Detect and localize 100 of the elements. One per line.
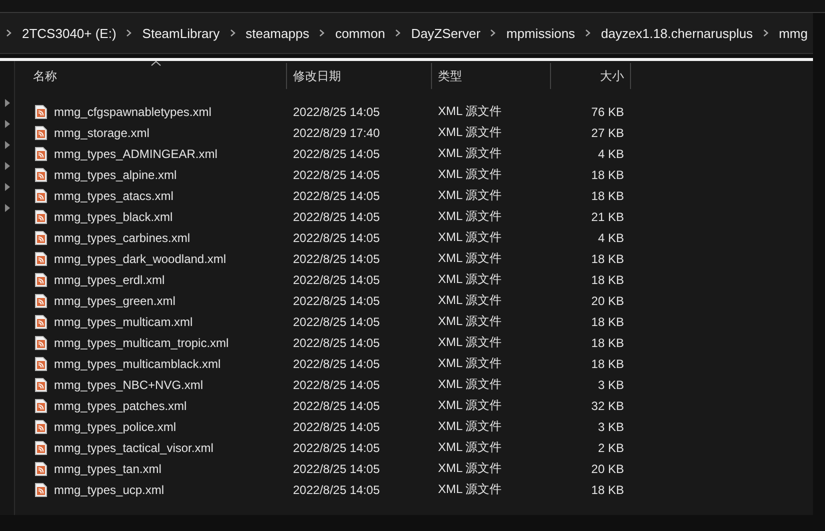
xml-file-icon — [35, 314, 47, 328]
xml-file-icon — [35, 230, 47, 244]
address-bar[interactable]: 2TCS3040+ (E:) SteamLibrary steamapps common DayZServer mpmissions dayzex1.18.chernarusplus mmg — [0, 13, 813, 54]
file-type: XML 源文件 — [438, 418, 502, 435]
chevron-icon — [762, 29, 769, 37]
file-name[interactable]: mmg_types_alpine.xml — [54, 168, 177, 182]
file-name[interactable]: mmg_types_black.xml — [54, 210, 173, 224]
chevron-icon — [395, 29, 402, 37]
file-size: 3 KB — [598, 378, 624, 392]
breadcrumb-item[interactable]: DayZServer — [411, 26, 480, 40]
xml-file-icon — [35, 462, 47, 476]
chevron-icon — [319, 29, 326, 37]
file-name[interactable]: mmg_types_erdl.xml — [54, 272, 165, 286]
column-header[interactable]: 修改日期 — [287, 63, 432, 89]
column-header[interactable]: 名称 — [15, 63, 287, 89]
file-size: 3 KB — [598, 420, 624, 434]
modified-date: 2022/8/25 14:05 — [293, 398, 380, 412]
modified-date: 2022/8/25 14:05 — [293, 462, 380, 476]
expand-arrow-icon[interactable] — [4, 183, 10, 191]
modified-date: 2022/8/25 14:05 — [293, 440, 380, 454]
modified-date: 2022/8/25 14:05 — [293, 482, 380, 496]
file-type: XML 源文件 — [438, 313, 502, 330]
chevron-icon — [6, 29, 12, 37]
expand-arrow-icon[interactable] — [4, 120, 10, 128]
file-size: 18 KB — [591, 188, 624, 202]
modified-date: 2022/8/25 14:05 — [293, 378, 380, 392]
chevron-icon — [585, 29, 592, 37]
xml-file-icon — [35, 378, 47, 392]
file-type: XML 源文件 — [438, 376, 502, 393]
file-name[interactable]: mmg_storage.xml — [54, 126, 150, 140]
file-name[interactable]: mmg_types_ucp.xml — [54, 482, 164, 496]
file-name[interactable]: mmg_types_ADMINGEAR.xml — [54, 146, 218, 160]
file-type: XML 源文件 — [438, 229, 502, 246]
file-name[interactable]: mmg_cfgspawnabletypes.xml — [54, 104, 212, 118]
breadcrumb-item[interactable]: mpmissions — [506, 26, 576, 40]
file-size: 27 KB — [591, 126, 624, 140]
file-size: 20 KB — [591, 294, 624, 308]
file-size: 18 KB — [591, 168, 624, 182]
file-size: 18 KB — [591, 482, 624, 496]
xml-file-icon — [35, 356, 47, 370]
modified-date: 2022/8/29 17:40 — [293, 126, 380, 140]
file-type: XML 源文件 — [438, 397, 502, 414]
xml-file-icon — [35, 210, 47, 224]
modified-date: 2022/8/25 14:05 — [293, 210, 380, 224]
file-type: XML 源文件 — [438, 439, 502, 456]
xml-file-icon — [35, 188, 47, 202]
file-size: 21 KB — [591, 210, 624, 224]
file-type: XML 源文件 — [438, 292, 502, 309]
xml-file-icon — [35, 440, 47, 454]
breadcrumb-item[interactable]: steamapps — [246, 26, 310, 40]
file-size: 18 KB — [591, 356, 624, 370]
expand-arrow-icon[interactable] — [4, 204, 10, 212]
file-name[interactable]: mmg_types_carbines.xml — [54, 230, 190, 244]
modified-date: 2022/8/25 14:05 — [293, 168, 380, 182]
file-name[interactable]: mmg_types_multicamblack.xml — [54, 356, 221, 370]
file-name[interactable]: mmg_types_NBC+NVG.xml — [54, 378, 204, 392]
breadcrumb-item[interactable]: common — [335, 26, 386, 40]
column-header[interactable]: 大小 — [551, 63, 631, 89]
chevron-icon — [490, 29, 496, 37]
xml-file-icon — [35, 168, 47, 182]
modified-date: 2022/8/25 14:05 — [293, 272, 380, 286]
expand-arrow-icon[interactable] — [4, 99, 10, 107]
modified-date: 2022/8/25 14:05 — [293, 336, 380, 350]
breadcrumb-item[interactable]: SteamLibrary — [142, 26, 220, 40]
xml-file-icon — [35, 104, 47, 118]
modified-date: 2022/8/25 14:05 — [293, 314, 380, 328]
xml-file-icon — [35, 126, 47, 140]
xml-file-icon — [35, 294, 47, 308]
file-name[interactable]: mmg_types_tan.xml — [54, 462, 162, 476]
file-type: XML 源文件 — [438, 103, 502, 120]
file-name[interactable]: mmg_types_multicam.xml — [54, 314, 193, 328]
file-name[interactable]: mmg_types_police.xml — [54, 420, 176, 434]
column-header[interactable]: 类型 — [432, 63, 551, 89]
breadcrumb-item[interactable]: 2TCS3040+ (E:) — [22, 26, 116, 40]
file-size: 32 KB — [591, 398, 624, 412]
file-type: XML 源文件 — [438, 355, 502, 372]
file-name[interactable]: mmg_types_multicam_tropic.xml — [54, 336, 229, 350]
expand-arrow-icon[interactable] — [4, 162, 10, 170]
file-name[interactable]: mmg_types_green.xml — [54, 294, 176, 308]
expand-arrow-icon[interactable] — [4, 141, 10, 149]
file-type: XML 源文件 — [438, 481, 502, 498]
file-name[interactable]: mmg_types_atacs.xml — [54, 188, 174, 202]
file-type: XML 源文件 — [438, 208, 502, 225]
xml-file-icon — [35, 272, 47, 286]
file-name[interactable]: mmg_types_patches.xml — [54, 398, 187, 412]
file-name[interactable]: mmg_types_tactical_visor.xml — [54, 440, 214, 454]
file-type: XML 源文件 — [438, 460, 502, 477]
modified-date: 2022/8/25 14:05 — [293, 356, 380, 370]
file-size: 2 KB — [598, 440, 624, 454]
file-size: 18 KB — [591, 272, 624, 286]
breadcrumb-item[interactable]: mmg — [778, 26, 808, 40]
file-size: 20 KB — [591, 462, 624, 476]
file-size: 76 KB — [591, 104, 624, 118]
xml-file-icon — [35, 252, 47, 266]
modified-date: 2022/8/25 14:05 — [293, 252, 380, 266]
breadcrumb-item[interactable]: dayzex1.18.chernarusplus — [601, 26, 753, 40]
xml-file-icon — [35, 482, 47, 496]
file-name[interactable]: mmg_types_dark_woodland.xml — [54, 252, 226, 266]
xml-file-icon — [35, 146, 47, 160]
xml-file-icon — [35, 398, 47, 412]
